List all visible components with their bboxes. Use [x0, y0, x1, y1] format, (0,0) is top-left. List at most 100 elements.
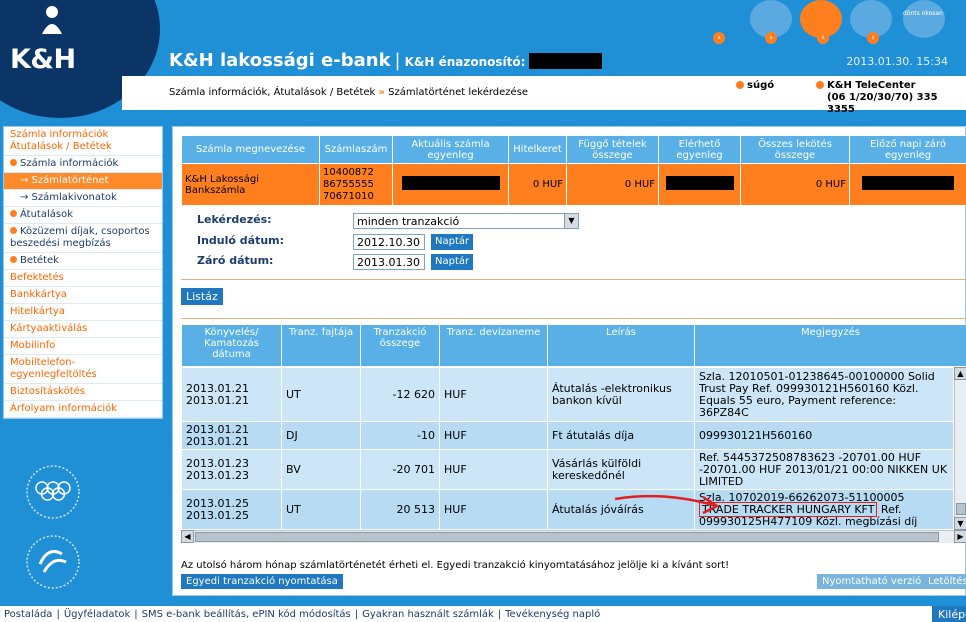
amount-cell: -12 620 — [360, 367, 440, 422]
menu-item[interactable]: Közüzemi díjak, csoportos beszedési megb… — [4, 224, 162, 253]
account-column-header: Előző napi záró egyenleg — [849, 135, 966, 164]
arrow-icon — [903, 0, 945, 38]
note-value: 099930121H560160 — [699, 428, 813, 442]
account-column-header: Aktuális számla egyenleg — [392, 135, 509, 164]
menu-item-label: Befektetés — [10, 272, 64, 283]
menu-item[interactable]: Hitelkártya — [4, 304, 162, 321]
account-column-header: Függő tételek összege — [566, 135, 659, 164]
transaction-row[interactable]: 2013.01.21 2013.01.21 DJ -10 HUF Ft átutalás … — [181, 421, 954, 450]
menu-item-label: Számla információk — [20, 158, 119, 169]
logout-button[interactable]: Kilépés — [932, 606, 966, 622]
amount-cell: -20 701 — [360, 449, 440, 490]
arrow-right-icon: › — [817, 32, 829, 44]
account-column-header: Hitelkeret — [508, 135, 567, 164]
kh-logo-icon — [42, 6, 62, 34]
account-number-part: 70671010 — [323, 190, 374, 202]
phone-icon — [816, 81, 824, 89]
amount-cell: -10 — [360, 421, 440, 450]
amount-value: 20 513 — [396, 502, 436, 516]
menu-item[interactable]: Átutalások — [4, 207, 162, 224]
menu-item[interactable]: Biztosításkötés — [4, 384, 162, 401]
redacted-balance — [862, 176, 954, 190]
menu-item[interactable]: Betétek — [4, 253, 162, 270]
value-date: 2013.01.23 — [186, 468, 249, 482]
account-name: K&H Lakossági Bankszámla — [181, 163, 320, 206]
value-date: 2013.01.21 — [186, 393, 249, 407]
download-button[interactable]: Letöltés — [923, 574, 966, 589]
horizontal-scrollbar[interactable]: ◀ ▶ — [181, 530, 966, 543]
menu-item[interactable]: Számla információk — [4, 156, 162, 173]
promo-arrows[interactable]: › › › › dönts okosan — [713, 0, 966, 45]
transaction-row[interactable]: 2013.01.25 2013.01.25 UT 20 513 HUF Átutalás … — [181, 489, 954, 530]
type-value: DJ — [286, 428, 298, 442]
transactions-scroll-area[interactable]: 2013.01.21 2013.01.21 UT -12 620 HUF Átutalás… — [181, 367, 966, 530]
breadcrumb-item[interactable]: Számla információk, Átutalások / Betétek — [169, 87, 375, 98]
footer-link[interactable]: Postaláda — [4, 609, 52, 620]
description-value: Vásárlás külföldi kereskedőnél — [552, 456, 642, 482]
vertical-scrollbar[interactable]: ▲ ▼ — [954, 367, 966, 530]
pending-amount: 0 HUF — [566, 163, 659, 206]
scroll-thumb[interactable] — [956, 503, 966, 515]
footer-separator: | — [134, 609, 138, 620]
start-date-label: Induló dátum: — [197, 234, 285, 247]
scroll-left-icon[interactable]: ◀ — [181, 530, 194, 543]
menu-item[interactable]: Mobilinfo — [4, 338, 162, 355]
amount-value: -12 620 — [392, 387, 435, 401]
scroll-down-icon[interactable]: ▼ — [954, 517, 966, 530]
redacted-balance — [401, 176, 500, 190]
footer-link[interactable]: Ügyféladatok — [64, 609, 130, 620]
menu-item[interactable]: Befektetés — [4, 270, 162, 287]
type-cell: UT — [281, 367, 361, 422]
start-date-input[interactable]: 2012.10.30 — [353, 234, 425, 250]
menu-item[interactable]: Bankkártya — [4, 287, 162, 304]
date-cell: 2013.01.21 2013.01.21 — [181, 421, 282, 450]
menu-item[interactable]: Számla információk Átutalások / Betétek — [4, 127, 162, 156]
type-value: UT — [286, 502, 301, 516]
menu-item[interactable]: → Számlakivonatok — [4, 190, 162, 207]
end-date-input[interactable]: 2013.01.30 — [353, 254, 425, 270]
start-calendar-button[interactable]: Naptár — [431, 234, 474, 250]
page-title: K&H lakossági e-bank | K&H énazonosító: — [169, 50, 603, 71]
query-type-select[interactable]: minden tranzakció ▼ — [353, 213, 579, 229]
print-single-button[interactable]: Egyedi tranzakció nyomtatása — [181, 574, 343, 589]
amount-cell: 20 513 — [360, 489, 440, 530]
transaction-row[interactable]: 2013.01.21 2013.01.21 UT -12 620 HUF Átutalás… — [181, 367, 954, 422]
menu-item[interactable]: Mobiltelefon-egyenlegfeltöltés — [4, 355, 162, 384]
currency-cell: HUF — [439, 449, 548, 490]
menu-item-label: Árfolyam információk — [10, 403, 118, 414]
menu-item-label: Bankkártya — [10, 289, 67, 300]
printable-version-button[interactable]: Nyomtatható verzió — [817, 574, 927, 589]
type-cell: BV — [281, 449, 361, 490]
account-row[interactable]: K&H Lakossági Bankszámla 10400872 867555… — [181, 163, 966, 206]
menu-item[interactable]: → Számlatörténet — [4, 173, 162, 190]
transaction-row[interactable]: 2013.01.23 2013.01.23 BV -20 701 HUF Vásárlás… — [181, 449, 954, 490]
footer-separator: | — [354, 609, 359, 620]
end-calendar-button[interactable]: Naptár — [431, 254, 474, 270]
account-table: Számla megnevezése Számlaszám Aktuális szá… — [181, 135, 966, 206]
kh-logo[interactable]: K&H — [10, 44, 76, 75]
currency-value: HUF — [444, 387, 467, 401]
note-cell: Ref. 5445372508783623 -20701.00 HUF -207… — [694, 449, 954, 490]
date-cell: 2013.01.21 2013.01.21 — [181, 367, 282, 422]
help-link[interactable]: súgó — [736, 80, 774, 91]
menu-item[interactable]: Árfolyam információk — [4, 401, 162, 418]
paralympic-team-logo — [26, 535, 80, 589]
left-menu: Számla információk Átutalások / Betétek S… — [3, 126, 163, 419]
footer-link[interactable]: Tevékenység napló — [505, 609, 600, 620]
type-cell: UT — [281, 489, 361, 530]
scroll-right-icon[interactable]: ▶ — [954, 530, 966, 543]
telecenter-phone: (06 1/20/30/70) 335 3355 — [827, 92, 938, 115]
value-date: 2013.01.21 — [186, 434, 249, 448]
transaction-column-header: Tranzakció összege — [360, 324, 440, 367]
scroll-up-icon[interactable]: ▲ — [954, 367, 966, 380]
list-button[interactable]: Listáz — [181, 288, 223, 305]
menu-item[interactable]: Kártyaaktiválás — [4, 321, 162, 338]
footer-link[interactable]: Gyakran használt számlák — [362, 609, 494, 620]
transaction-column-header: Tranz. devizaneme — [439, 324, 548, 367]
note-cell: Szla. 10702019-66262073-51100005 TRADE TR… — [694, 489, 954, 530]
account-number-part: 86755555 — [323, 178, 374, 190]
footer-link[interactable]: SMS e-bank beállítás, ePIN kód módosítás — [142, 609, 351, 620]
scroll-thumb[interactable] — [195, 532, 939, 542]
menu-item-label: Kártyaaktiválás — [10, 323, 88, 334]
transactions-header-row: Könyvelés/ Kamatozás dátuma Tranz. fajtáj… — [181, 324, 966, 367]
